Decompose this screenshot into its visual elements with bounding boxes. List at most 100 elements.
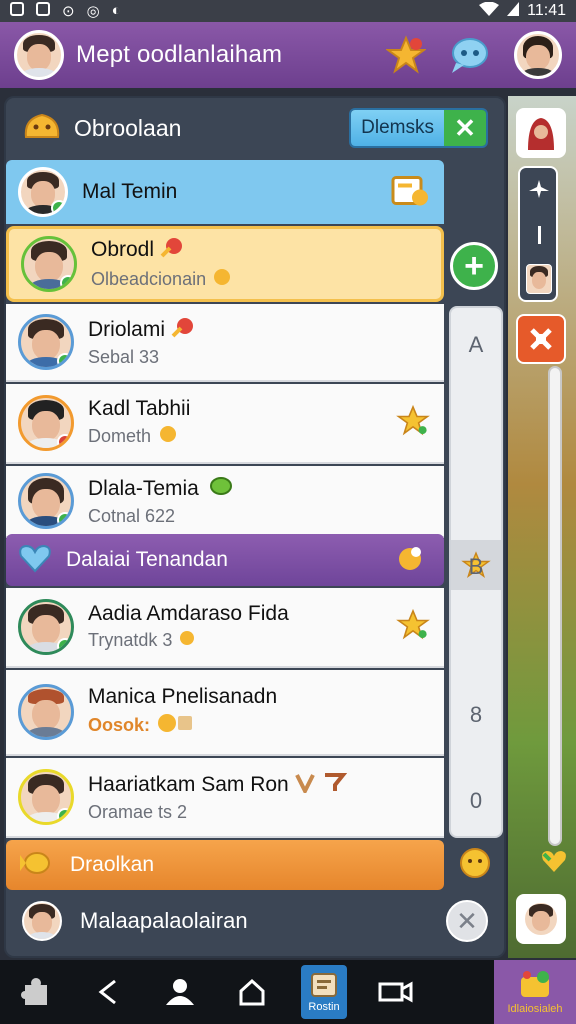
app-header: Mept oodlanlaiham [0, 22, 576, 88]
chat-row[interactable]: Haariatkam Sam Ron Oramae ts 2 [6, 758, 444, 838]
busy-badge [57, 434, 71, 448]
panel-title: Obroolaan [74, 114, 182, 141]
contact-name: Driolami [88, 318, 166, 341]
nav-app[interactable]: Idlaiosialeh [494, 960, 576, 1024]
dismiss-button[interactable]: Dlemsks ✕ [349, 108, 488, 148]
footer-text: Malaapalaolairan [80, 908, 248, 933]
emoji-icon [157, 424, 179, 449]
heart-emoji-icon [160, 236, 184, 264]
contact-avatar [18, 167, 68, 217]
add-chat-button[interactable]: + [450, 242, 498, 290]
chat-row[interactable]: Manica Pnelisanadn Oosok: [6, 670, 444, 756]
plane-icon [528, 178, 550, 205]
online-badge [57, 638, 71, 652]
contact-name: Mal Temin [82, 180, 178, 203]
nav-back[interactable] [72, 960, 144, 1024]
contact-name: Aadia Amdaraso Fida [88, 602, 289, 625]
last-message: Dometh [88, 426, 152, 446]
chat-bubble-icon[interactable] [448, 35, 492, 75]
last-message: Oosok: [88, 715, 151, 735]
reactions-icon[interactable] [386, 35, 426, 75]
notification-icon [10, 2, 24, 16]
heart-emoji-icon [171, 316, 195, 344]
online-badge [57, 512, 71, 526]
contact-name: Manica Pnelisanadn [88, 685, 278, 708]
signal-icon [507, 2, 520, 20]
moon-emoji-icon [394, 543, 426, 578]
side-scroller[interactable] [518, 166, 558, 302]
online-badge [57, 808, 71, 822]
contact-avatar [21, 236, 77, 292]
contact-avatar [18, 314, 74, 370]
star-icon[interactable] [396, 404, 430, 442]
row-title: Draolkan [70, 853, 155, 876]
scrollbar[interactable] [548, 366, 562, 846]
index-letter[interactable]: A [451, 332, 501, 358]
online-badge [60, 275, 74, 289]
pinned-chat-row[interactable]: Mal Temin [6, 160, 444, 224]
nav-rostin[interactable]: Rostin [301, 965, 347, 1019]
panel-header: Obroolaan Dlemsks ✕ [6, 98, 504, 158]
emoji-icon [156, 712, 196, 739]
contact-avatar [18, 473, 74, 529]
online-badge [57, 353, 71, 367]
app-icon: ◐ [111, 2, 121, 19]
contact-tile[interactable] [516, 894, 566, 944]
clock: 11:41 [527, 2, 566, 19]
sync-icon: ⊙ [62, 3, 75, 20]
close-icon[interactable]: ✕ [444, 110, 486, 146]
star-icon[interactable] [396, 608, 430, 646]
contact-avatar [18, 395, 74, 451]
panel-footer: Malaapalaolairan ✕ [6, 888, 504, 954]
group-name: Dalaiai Tenandan [66, 548, 228, 571]
user-avatar[interactable] [14, 30, 64, 80]
settings-icon: ◎ [86, 3, 100, 20]
candy-icon [18, 849, 56, 882]
index-letter[interactable]: 8 [451, 702, 501, 728]
last-message: Oramae ts 2 [88, 802, 188, 822]
last-message: Cotnal 622 [88, 506, 176, 526]
contact-name: Kadl Tabhii [88, 397, 191, 420]
nav-video[interactable] [360, 960, 432, 1024]
cups-emoji-icon [294, 771, 347, 799]
contact-avatar [18, 599, 74, 655]
nav-label: Idlaiosialeh [507, 1003, 563, 1015]
profile-tile[interactable] [516, 108, 566, 158]
profile-avatar[interactable] [514, 31, 562, 79]
gallery-icon [36, 2, 50, 16]
index-letter[interactable]: B [451, 554, 501, 580]
moon-emoji-icon [212, 267, 232, 292]
mini-avatar [526, 264, 552, 294]
last-message: Sebal 33 [88, 347, 160, 367]
compose-icon[interactable] [390, 172, 430, 213]
chat-row[interactable]: Driolami Sebal 33 [6, 304, 444, 382]
contact-avatar [18, 769, 74, 825]
chat-row[interactable]: Dlala-Temia Cotnal 622 [6, 466, 444, 538]
nav-label: Rostin [308, 1001, 340, 1013]
nav-contacts[interactable] [144, 960, 216, 1024]
heart-emoji-icon [540, 848, 568, 879]
game-tile[interactable] [516, 314, 566, 364]
chat-panel: Obroolaan Dlemsks ✕ Mal Temin Obrodl Olb… [4, 96, 506, 958]
chat-row-active[interactable]: Obrodl Olbeadcionain [6, 226, 444, 302]
app-title: Mept oodlanlaiham [76, 41, 283, 68]
heart-icon [18, 543, 52, 578]
smiley-icon[interactable] [458, 846, 492, 885]
contact-name: Obrodl [91, 238, 155, 261]
leaf-emoji-icon [205, 475, 233, 503]
nav-home[interactable] [216, 960, 288, 1024]
emoji-icon [178, 629, 196, 652]
online-badge [51, 200, 65, 214]
status-bar: ⊙ ◎ ◐ 11:41 [0, 0, 576, 22]
contact-name: Haariatkam Sam Ron [88, 773, 289, 796]
nav-puzzle[interactable] [0, 960, 72, 1024]
dismiss-label[interactable]: Dlemsks [351, 110, 444, 146]
orange-row[interactable]: Draolkan [6, 840, 444, 890]
index-letter[interactable]: 0 [451, 788, 501, 814]
chat-blob-icon [22, 109, 62, 148]
footer-close-button[interactable]: ✕ [446, 900, 488, 942]
alphabet-index[interactable]: A B 8 0 [449, 306, 503, 838]
chat-row[interactable]: Aadia Amdaraso Fida Trynatdk 3 [6, 588, 444, 668]
chat-row[interactable]: Kadl Tabhii Dometh [6, 384, 444, 464]
group-row[interactable]: Dalaiai Tenandan [6, 534, 444, 586]
